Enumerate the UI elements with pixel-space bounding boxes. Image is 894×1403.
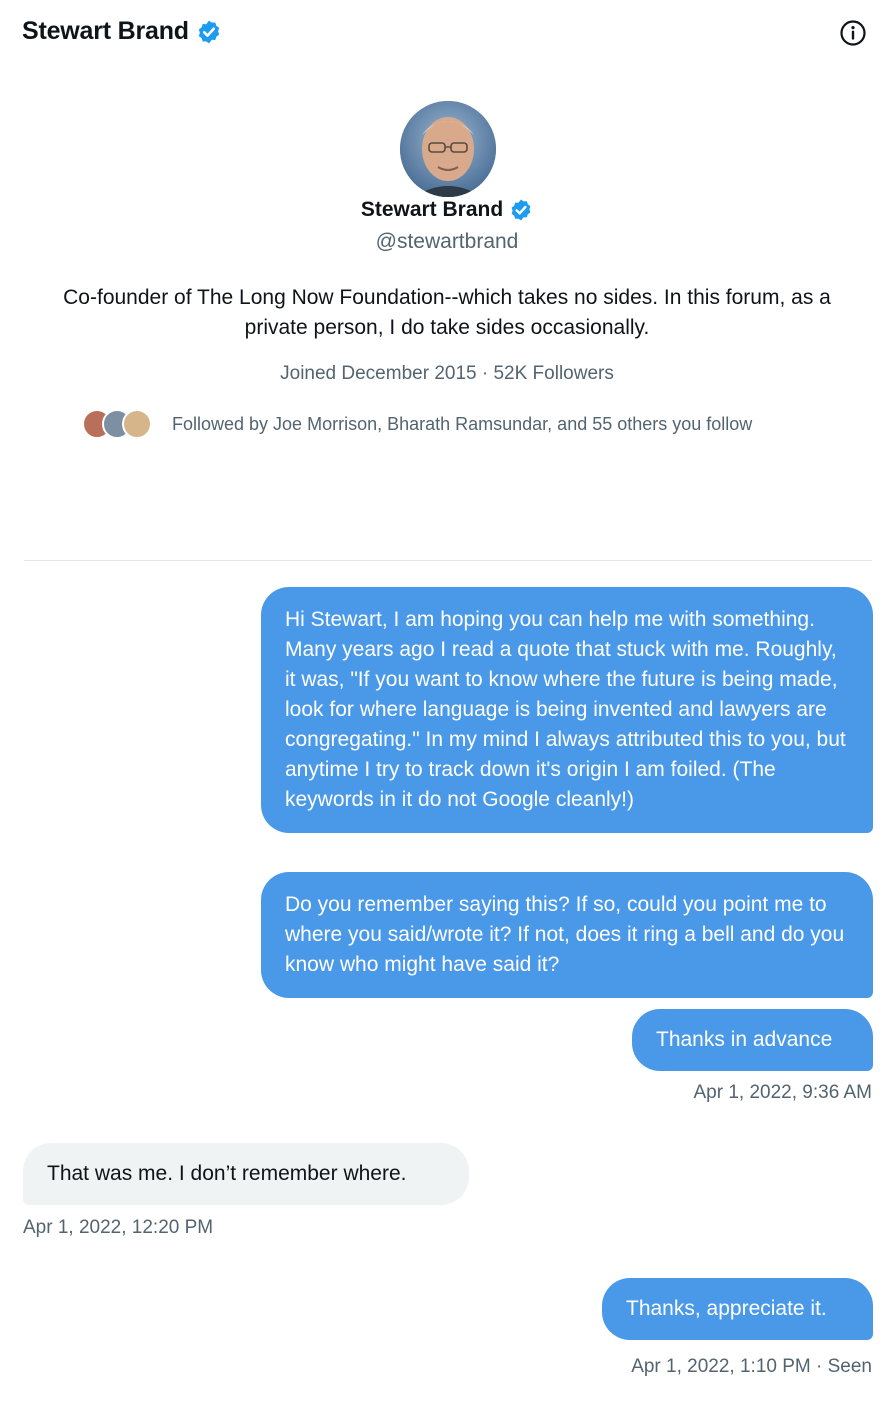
profile-meta: Joined December 2015 · 52K Followers	[280, 363, 614, 384]
followed-by-text: Followed by Joe Morrison, Bharath Ramsun…	[172, 413, 753, 434]
message-outgoing[interactable]: Thanks in advance	[632, 1009, 873, 1071]
profile-handle[interactable]: @stewartbrand	[0, 230, 894, 254]
profile-avatar[interactable]	[400, 101, 496, 197]
header-name: Stewart Brand	[22, 17, 189, 45]
profile-name-text: Stewart Brand	[360, 198, 504, 221]
profile-bio: Co-founder of The Long Now Foundation--w…	[63, 286, 831, 339]
message-timestamp-seen: Apr 1, 2022, 1:10 PM · Seen	[631, 1356, 872, 1377]
message-timestamp: Apr 1, 2022, 12:20 PM	[23, 1217, 214, 1238]
message-outgoing[interactable]: Thanks, appreciate it.	[602, 1278, 873, 1340]
conversation-header: Stewart Brand	[0, 0, 894, 66]
message-outgoing[interactable]: Do you remember saying this? If so, coul…	[261, 872, 873, 998]
dm-conversation: Stewart Brand Stewart Brand @stewartbran…	[0, 0, 894, 1403]
message-timestamp: Apr 1, 2022, 9:36 AM	[693, 1082, 872, 1103]
message-incoming[interactable]: That was me. I don’t remember where.	[23, 1143, 469, 1205]
divider	[24, 560, 872, 561]
message-outgoing[interactable]: Hi Stewart, I am hoping you can help me …	[261, 587, 873, 833]
verified-badge-icon	[196, 19, 222, 45]
info-icon[interactable]	[838, 18, 868, 48]
mutual-follower-avatars	[82, 407, 154, 441]
profile-name[interactable]: Stewart Brand	[0, 198, 894, 222]
header-title[interactable]: Stewart Brand	[22, 17, 222, 46]
followed-by[interactable]: Followed by Joe Morrison, Bharath Ramsun…	[82, 406, 822, 442]
verified-badge-icon	[509, 198, 533, 222]
avatar	[122, 409, 152, 439]
